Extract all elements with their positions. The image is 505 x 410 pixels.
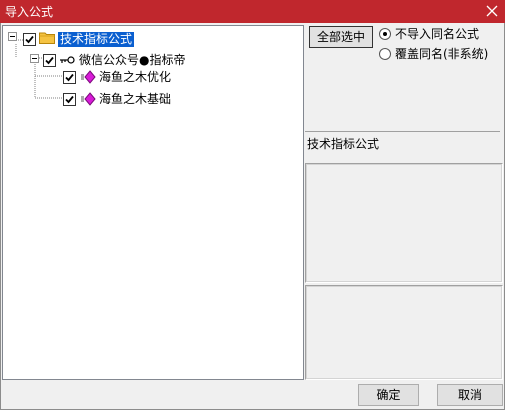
formula-content-box[interactable] xyxy=(305,285,503,380)
checkmark-icon xyxy=(45,56,54,65)
checkbox-item-1[interactable] xyxy=(63,71,76,84)
radio-dot[interactable] xyxy=(379,28,391,40)
ok-button[interactable]: 确定 xyxy=(358,384,419,406)
checkmark-icon xyxy=(65,95,74,104)
cancel-button[interactable]: 取消 xyxy=(437,384,503,406)
formula-name-text: 技术指标公式 xyxy=(307,137,380,151)
expand-toggle-root[interactable] xyxy=(8,32,17,41)
formula-tree[interactable]: 技术指标公式 微信公众号●指标帝 海鱼之木优化 海鱼之木基础 xyxy=(2,25,304,380)
formula-name-display: 技术指标公式 xyxy=(305,131,500,160)
checkmark-icon xyxy=(65,73,74,82)
radio-skip-duplicates[interactable]: 不导入同名公式 xyxy=(379,26,499,42)
tree-node-item-1[interactable]: 海鱼之木优化 xyxy=(99,70,171,85)
checkbox-item-2[interactable] xyxy=(63,93,76,106)
formula-diamond-icon xyxy=(81,92,96,106)
formula-content-frame xyxy=(306,286,502,379)
radio-label-skip: 不导入同名公式 xyxy=(395,27,480,41)
tree-node-item-2[interactable]: 海鱼之木基础 xyxy=(99,92,171,107)
checkbox-root[interactable] xyxy=(23,33,36,46)
tree-node-child[interactable]: 微信公众号●指标帝 xyxy=(79,53,185,68)
formula-diamond-icon xyxy=(81,70,96,84)
folder-icon xyxy=(39,32,55,44)
select-all-button[interactable]: 全部选中 xyxy=(309,26,373,48)
close-icon xyxy=(486,5,498,17)
formula-description-box[interactable] xyxy=(305,163,503,283)
title-bar: 导入公式 xyxy=(0,0,505,23)
close-button[interactable] xyxy=(483,2,501,20)
window-title: 导入公式 xyxy=(5,5,54,19)
tree-node-root[interactable]: 技术指标公式 xyxy=(58,32,135,47)
radio-dot[interactable] xyxy=(379,48,391,60)
radio-label-overwrite: 覆盖同名(非系统) xyxy=(395,47,489,61)
expand-toggle-child[interactable] xyxy=(30,54,39,63)
radio-overwrite-duplicates[interactable]: 覆盖同名(非系统) xyxy=(379,46,503,62)
key-icon xyxy=(60,56,75,64)
formula-description-frame xyxy=(306,164,502,282)
checkmark-icon xyxy=(25,35,34,44)
checkbox-child[interactable] xyxy=(43,54,56,67)
